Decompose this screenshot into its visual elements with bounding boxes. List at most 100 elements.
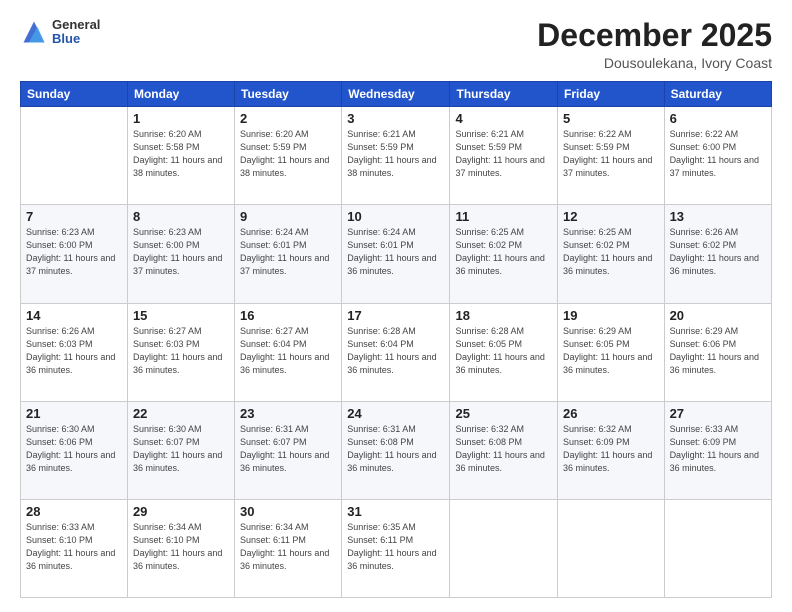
day-info: Sunrise: 6:33 AM Sunset: 6:10 PM Dayligh…	[26, 521, 122, 573]
calendar-cell: 16Sunrise: 6:27 AM Sunset: 6:04 PM Dayli…	[235, 303, 342, 401]
calendar-cell: 2 Sunrise: 6:20 AM Sunset: 5:59 PM Daylig…	[235, 107, 342, 205]
day-number: 30	[240, 504, 336, 519]
title-block: December 2025 Dousoulekana, Ivory Coast	[537, 18, 772, 71]
day-number: 26	[563, 406, 659, 421]
day-number: 8	[133, 209, 229, 224]
day-info: Sunrise: 6:34 AM Sunset: 6:11 PM Dayligh…	[240, 521, 336, 573]
day-info: Sunrise: 6:20 AM Sunset: 5:58 PM Dayligh…	[133, 128, 229, 180]
header-day-wednesday: Wednesday	[342, 82, 450, 107]
day-info: Sunrise: 6:29 AM Sunset: 6:05 PM Dayligh…	[563, 325, 659, 377]
header-day-tuesday: Tuesday	[235, 82, 342, 107]
day-info: Sunrise: 6:30 AM Sunset: 6:06 PM Dayligh…	[26, 423, 122, 475]
day-info: Sunrise: 6:31 AM Sunset: 6:07 PM Dayligh…	[240, 423, 336, 475]
header-day-monday: Monday	[127, 82, 234, 107]
day-number: 25	[455, 406, 552, 421]
calendar-cell: 11 Sunrise: 6:25 AM Sunset: 6:02 PM Dayli…	[450, 205, 558, 303]
calendar-cell: 28 Sunrise: 6:33 AM Sunset: 6:10 PM Dayli…	[21, 499, 128, 597]
calendar-cell: 9 Sunrise: 6:24 AM Sunset: 6:01 PM Daylig…	[235, 205, 342, 303]
page-title: December 2025	[537, 18, 772, 53]
calendar-cell: 25 Sunrise: 6:32 AM Sunset: 6:08 PM Dayli…	[450, 401, 558, 499]
calendar-cell: 4 Sunrise: 6:21 AM Sunset: 5:59 PM Daylig…	[450, 107, 558, 205]
calendar-cell: 21 Sunrise: 6:30 AM Sunset: 6:06 PM Dayli…	[21, 401, 128, 499]
day-number: 9	[240, 209, 336, 224]
day-number: 15	[133, 308, 229, 323]
header-day-saturday: Saturday	[664, 82, 771, 107]
day-number: 7	[26, 209, 122, 224]
day-number: 20	[670, 308, 766, 323]
logo: General Blue	[20, 18, 100, 47]
calendar-cell: 27Sunrise: 6:33 AM Sunset: 6:09 PM Dayli…	[664, 401, 771, 499]
day-info: Sunrise: 6:30 AM Sunset: 6:07 PM Dayligh…	[133, 423, 229, 475]
day-number: 5	[563, 111, 659, 126]
calendar-cell: 10 Sunrise: 6:24 AM Sunset: 6:01 PM Dayli…	[342, 205, 450, 303]
day-number: 24	[347, 406, 444, 421]
calendar-cell: 14Sunrise: 6:26 AM Sunset: 6:03 PM Dayli…	[21, 303, 128, 401]
calendar-cell: 8 Sunrise: 6:23 AM Sunset: 6:00 PM Daylig…	[127, 205, 234, 303]
day-info: Sunrise: 6:28 AM Sunset: 6:04 PM Dayligh…	[347, 325, 444, 377]
day-info: Sunrise: 6:28 AM Sunset: 6:05 PM Dayligh…	[455, 325, 552, 377]
day-number: 14	[26, 308, 122, 323]
calendar-cell: 24 Sunrise: 6:31 AM Sunset: 6:08 PM Dayli…	[342, 401, 450, 499]
calendar-cell: 12 Sunrise: 6:25 AM Sunset: 6:02 PM Dayli…	[558, 205, 665, 303]
day-number: 31	[347, 504, 444, 519]
day-number: 19	[563, 308, 659, 323]
day-number: 21	[26, 406, 122, 421]
calendar-cell: 18 Sunrise: 6:28 AM Sunset: 6:05 PM Dayli…	[450, 303, 558, 401]
calendar-cell: 30 Sunrise: 6:34 AM Sunset: 6:11 PM Dayli…	[235, 499, 342, 597]
calendar-cell: 22Sunrise: 6:30 AM Sunset: 6:07 PM Dayli…	[127, 401, 234, 499]
day-number: 29	[133, 504, 229, 519]
day-number: 28	[26, 504, 122, 519]
day-info: Sunrise: 6:23 AM Sunset: 6:00 PM Dayligh…	[133, 226, 229, 278]
day-info: Sunrise: 6:26 AM Sunset: 6:02 PM Dayligh…	[670, 226, 766, 278]
day-info: Sunrise: 6:22 AM Sunset: 6:00 PM Dayligh…	[670, 128, 766, 180]
day-info: Sunrise: 6:35 AM Sunset: 6:11 PM Dayligh…	[347, 521, 444, 573]
day-number: 2	[240, 111, 336, 126]
day-number: 17	[347, 308, 444, 323]
day-info: Sunrise: 6:25 AM Sunset: 6:02 PM Dayligh…	[563, 226, 659, 278]
day-number: 13	[670, 209, 766, 224]
calendar-cell: 1 Sunrise: 6:20 AM Sunset: 5:58 PM Daylig…	[127, 107, 234, 205]
logo-icon	[20, 18, 48, 46]
header: General Blue December 2025 Dousoulekana,…	[20, 18, 772, 71]
day-info: Sunrise: 6:20 AM Sunset: 5:59 PM Dayligh…	[240, 128, 336, 180]
calendar-table: SundayMondayTuesdayWednesdayThursdayFrid…	[20, 81, 772, 598]
calendar-week-row: 21 Sunrise: 6:30 AM Sunset: 6:06 PM Dayli…	[21, 401, 772, 499]
day-info: Sunrise: 6:22 AM Sunset: 5:59 PM Dayligh…	[563, 128, 659, 180]
calendar-header-row: SundayMondayTuesdayWednesdayThursdayFrid…	[21, 82, 772, 107]
page-subtitle: Dousoulekana, Ivory Coast	[537, 55, 772, 71]
calendar-week-row: 28 Sunrise: 6:33 AM Sunset: 6:10 PM Dayli…	[21, 499, 772, 597]
header-day-friday: Friday	[558, 82, 665, 107]
calendar-cell: 26Sunrise: 6:32 AM Sunset: 6:09 PM Dayli…	[558, 401, 665, 499]
calendar-week-row: 7 Sunrise: 6:23 AM Sunset: 6:00 PM Daylig…	[21, 205, 772, 303]
day-number: 12	[563, 209, 659, 224]
calendar-cell: 31 Sunrise: 6:35 AM Sunset: 6:11 PM Dayli…	[342, 499, 450, 597]
day-info: Sunrise: 6:33 AM Sunset: 6:09 PM Dayligh…	[670, 423, 766, 475]
day-number: 11	[455, 209, 552, 224]
day-number: 4	[455, 111, 552, 126]
calendar-cell	[664, 499, 771, 597]
calendar-cell: 7Sunrise: 6:23 AM Sunset: 6:00 PM Daylig…	[21, 205, 128, 303]
day-number: 18	[455, 308, 552, 323]
header-day-thursday: Thursday	[450, 82, 558, 107]
day-info: Sunrise: 6:25 AM Sunset: 6:02 PM Dayligh…	[455, 226, 552, 278]
day-number: 23	[240, 406, 336, 421]
calendar-cell	[558, 499, 665, 597]
calendar-cell: 3Sunrise: 6:21 AM Sunset: 5:59 PM Daylig…	[342, 107, 450, 205]
calendar-cell: 15 Sunrise: 6:27 AM Sunset: 6:03 PM Dayli…	[127, 303, 234, 401]
day-info: Sunrise: 6:29 AM Sunset: 6:06 PM Dayligh…	[670, 325, 766, 377]
day-info: Sunrise: 6:24 AM Sunset: 6:01 PM Dayligh…	[240, 226, 336, 278]
calendar-cell: 20 Sunrise: 6:29 AM Sunset: 6:06 PM Dayli…	[664, 303, 771, 401]
day-number: 3	[347, 111, 444, 126]
calendar-cell: 17 Sunrise: 6:28 AM Sunset: 6:04 PM Dayli…	[342, 303, 450, 401]
day-info: Sunrise: 6:21 AM Sunset: 5:59 PM Dayligh…	[455, 128, 552, 180]
calendar-cell	[21, 107, 128, 205]
day-info: Sunrise: 6:24 AM Sunset: 6:01 PM Dayligh…	[347, 226, 444, 278]
day-info: Sunrise: 6:32 AM Sunset: 6:08 PM Dayligh…	[455, 423, 552, 475]
day-info: Sunrise: 6:31 AM Sunset: 6:08 PM Dayligh…	[347, 423, 444, 475]
day-info: Sunrise: 6:34 AM Sunset: 6:10 PM Dayligh…	[133, 521, 229, 573]
day-info: Sunrise: 6:27 AM Sunset: 6:03 PM Dayligh…	[133, 325, 229, 377]
day-number: 1	[133, 111, 229, 126]
logo-blue: Blue	[52, 32, 100, 46]
day-number: 10	[347, 209, 444, 224]
logo-text: General Blue	[52, 18, 100, 47]
